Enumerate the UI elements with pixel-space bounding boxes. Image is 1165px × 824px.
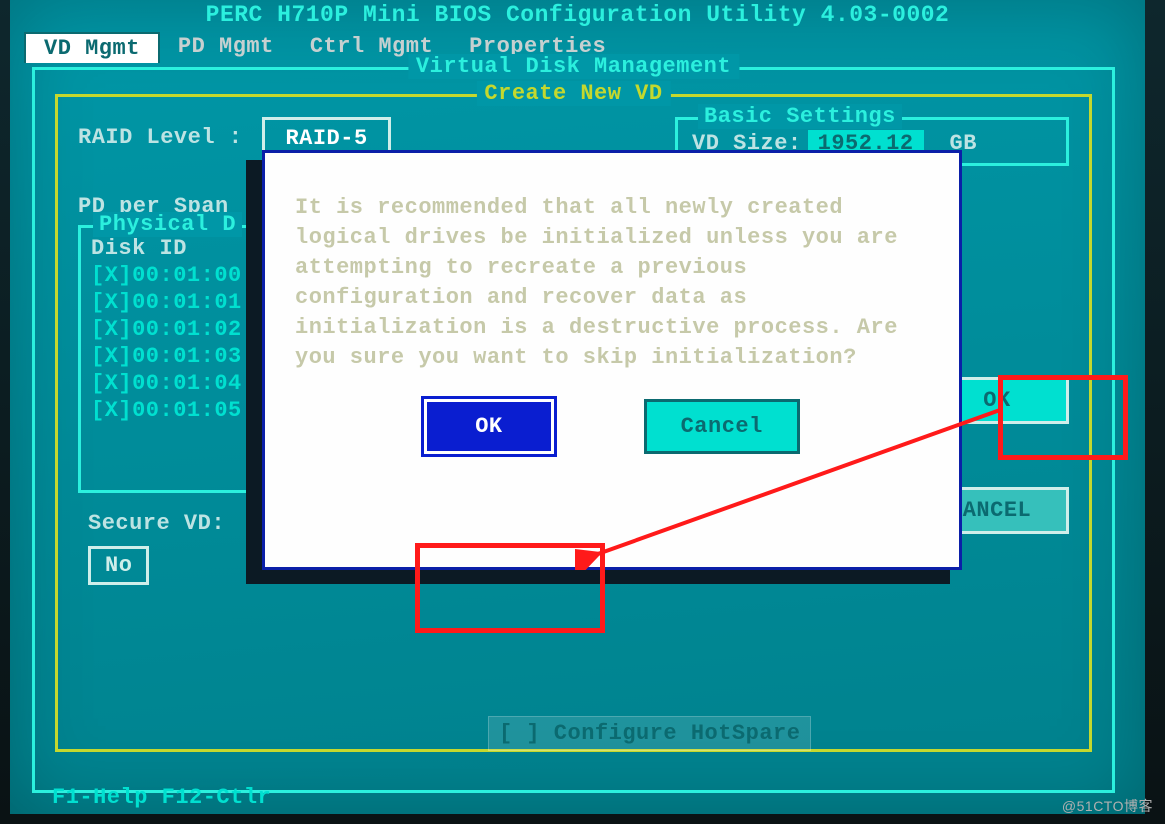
tab-vd-mgmt[interactable]: VD Mgmt [24, 32, 160, 63]
vdm-panel-label: Virtual Disk Management [408, 54, 739, 79]
help-bar: F1-Help F12-Ctlr [52, 785, 271, 810]
secure-vd-value[interactable]: No [88, 546, 149, 585]
basic-settings-label: Basic Settings [698, 104, 902, 129]
modal-ok-button[interactable]: OK [424, 399, 553, 454]
modal-message: It is recommended that all newly created… [295, 193, 929, 373]
configure-hotspare-checkbox[interactable]: [ ] Configure HotSpare [488, 716, 811, 751]
create-vd-label: Create New VD [476, 81, 670, 106]
tab-pd-mgmt[interactable]: PD Mgmt [160, 32, 292, 63]
bios-screen: PERC H710P Mini BIOS Configuration Utili… [10, 0, 1145, 814]
watermark: @51CTO博客 [1062, 796, 1153, 816]
app-title: PERC H710P Mini BIOS Configuration Utili… [10, 0, 1145, 32]
confirm-modal: It is recommended that all newly created… [262, 150, 962, 570]
physical-disks-label: Physical D [93, 212, 242, 237]
raid-level-label: RAID Level : [78, 125, 242, 150]
modal-cancel-button[interactable]: Cancel [644, 399, 800, 454]
